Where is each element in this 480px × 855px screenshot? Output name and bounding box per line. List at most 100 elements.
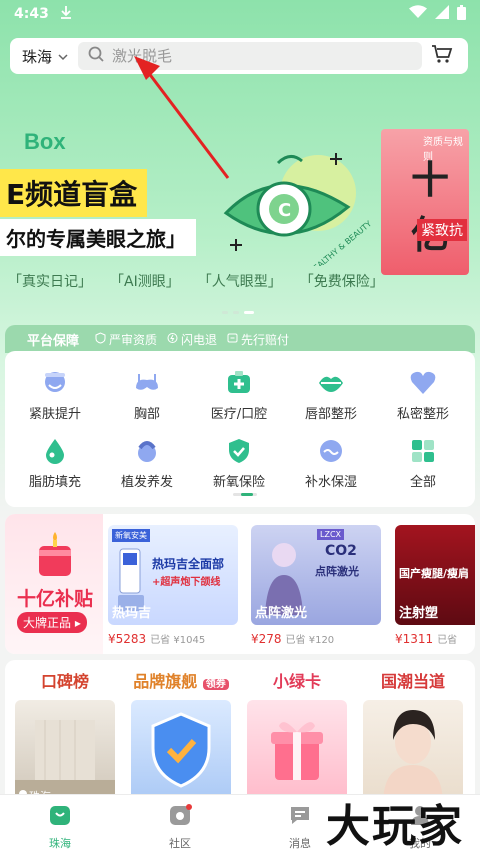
guarantee-item-label: 先行赔付 (241, 332, 290, 347)
rank-card-national-trend[interactable]: 国潮当道 (363, 668, 463, 795)
rank-card-reputation[interactable]: 口碑榜 珠海 (15, 668, 115, 795)
subsidy-entry[interactable]: 十亿补贴 大牌正品 ▸ (5, 514, 103, 654)
side-card-title: 十亿 (411, 158, 450, 257)
chevron-down-icon (58, 47, 68, 65)
watermark-text: 大玩家 (326, 801, 464, 852)
lips-icon (315, 367, 347, 399)
platform-guarantee-bar[interactable]: 平台保障 严审资质 闪电退 先行赔付 (5, 325, 475, 353)
banner-tag: 「真实日记」 (8, 274, 92, 290)
category-chest[interactable]: 胸部 (105, 367, 189, 422)
guarantee-item: 闪电退 (167, 331, 217, 348)
nav-tab-community[interactable]: 社区 (120, 795, 240, 855)
message-icon (288, 803, 312, 831)
nav-label: 社区 (169, 837, 191, 850)
banner-tag: 「AI测眼」 (110, 274, 180, 290)
category-lips[interactable]: 唇部整形 (289, 367, 373, 422)
shield-icon (223, 435, 255, 467)
product-price: ¥5283 (108, 632, 147, 646)
category-all[interactable]: 全部 (381, 435, 465, 490)
coupon-badge: 领券 (202, 679, 229, 690)
guarantee-item: 严审资质 (95, 331, 157, 348)
category-label: 唇部整形 (304, 407, 357, 422)
category-hydrate[interactable]: 补水保湿 (289, 435, 373, 490)
banner-side-card[interactable]: 资质与规则 十亿 紧致抗 (381, 129, 469, 275)
banner-tags: 「真实日记」 「AI测眼」 「人气眼型」 「免费保险」 (8, 271, 384, 291)
download-icon (59, 5, 73, 23)
shield-check-icon (95, 331, 106, 347)
heart-icon (407, 367, 439, 399)
category-hair[interactable]: 植发养发 (105, 435, 189, 490)
rank-image (363, 700, 463, 795)
page-dot (233, 311, 239, 314)
home-bag-icon (48, 803, 72, 831)
guarantee-title: 平台保障 (27, 333, 80, 349)
promo-banner[interactable]: Box E频道盲盒 尔的专属美眼之旅」 C HEALTHY & BEAUTY 资… (0, 125, 480, 300)
product-tag: 新氧安美 (112, 529, 150, 542)
city-selector[interactable]: 珠海 (22, 46, 68, 67)
product-name: 注射塑 (399, 606, 439, 621)
grid-icon (407, 435, 439, 467)
product-image: LZCX CO2 点阵激光 点阵激光 (251, 525, 381, 625)
cart-icon (431, 44, 453, 68)
status-time: 4:43 (14, 6, 49, 22)
product-banner: CO2 (325, 543, 357, 559)
rank-image (131, 700, 231, 795)
search-input[interactable] (112, 47, 412, 65)
category-label: 医疗/口腔 (210, 407, 268, 422)
guarantee-item-label: 严审资质 (109, 332, 158, 347)
banner-subtitle: 尔的专属美眼之旅」 (0, 219, 196, 256)
category-fat-fill[interactable]: 脂肪填充 (13, 435, 97, 490)
subsidy-section: 十亿补贴 大牌正品 ▸ 新氧安美 热玛吉全面部 +超声炮下颌线 热玛吉 ¥528… (5, 514, 475, 654)
eye-illustration-icon: C HEALTHY & BEAUTY (218, 141, 378, 277)
medical-kit-icon (223, 367, 255, 399)
product-price-row: ¥5283 已省 ¥1045 (108, 631, 238, 646)
product-price: ¥278 (251, 632, 282, 646)
wifi-icon (409, 5, 427, 23)
product-card[interactable]: 新氧安美 热玛吉全面部 +超声炮下颌线 热玛吉 ¥5283 已省 ¥1045 (108, 525, 238, 646)
category-label: 全部 (409, 475, 436, 490)
category-face-lift[interactable]: 紧肤提升 (13, 367, 97, 422)
product-price-row: ¥278 已省 ¥120 (251, 631, 381, 646)
gift-cake-icon (35, 530, 75, 582)
rank-card-brand[interactable]: 品牌旗舰 领券 (131, 668, 231, 795)
product-card[interactable]: LZCX CO2 点阵激光 点阵激光 ¥278 已省 ¥120 (251, 525, 381, 646)
hair-icon (131, 435, 163, 467)
category-label: 胸部 (133, 407, 160, 422)
search-box[interactable] (78, 42, 422, 70)
category-label: 植发养发 (120, 475, 173, 490)
product-image: 国产瘦腿/瘦肩 注射塑 (395, 525, 475, 625)
category-label: 脂肪填充 (28, 475, 81, 490)
status-bar: 4:43 (0, 0, 480, 28)
banner-box-text: Box (24, 129, 66, 154)
lightning-icon (167, 332, 178, 347)
product-name: 点阵激光 (255, 606, 308, 621)
nav-label: 消息 (289, 837, 311, 850)
product-card[interactable]: 国产瘦腿/瘦肩 注射塑 ¥1311 已省 (395, 525, 475, 646)
banner-title: E频道盲盒 (0, 169, 148, 217)
category-scroll-indicator (233, 493, 257, 496)
compensation-icon (227, 332, 238, 347)
category-private[interactable]: 私密整形 (381, 367, 465, 422)
cart-button[interactable] (422, 44, 462, 68)
rank-title: 口碑榜 (40, 672, 89, 691)
rank-title: 小绿卡 (272, 672, 321, 691)
shield-check-illustration-icon (151, 712, 211, 788)
model-portrait-icon (383, 710, 443, 795)
svg-text:C: C (278, 200, 291, 221)
rank-image (247, 700, 347, 795)
product-saved: 已省 ¥120 (285, 635, 335, 646)
banner-tag: 「免费保险」 (299, 274, 384, 290)
nav-tab-home[interactable]: 珠海 (0, 795, 120, 855)
category-medical[interactable]: 医疗/口腔 (197, 367, 281, 422)
category-label: 私密整形 (396, 407, 449, 422)
page-dot-active (244, 311, 254, 314)
rank-card-green-card[interactable]: 小绿卡 (247, 668, 347, 795)
battery-icon (457, 4, 466, 24)
product-price: ¥1311 (395, 632, 434, 646)
category-insurance[interactable]: 新氧保险 (197, 435, 281, 490)
product-banner: 国产瘦腿/瘦肩 (399, 567, 470, 580)
face-lift-icon (39, 367, 71, 399)
product-saved: 已省 ¥1045 (150, 635, 206, 646)
rank-title: 国潮当道 (380, 672, 445, 691)
product-name: 热玛吉 (112, 606, 152, 621)
